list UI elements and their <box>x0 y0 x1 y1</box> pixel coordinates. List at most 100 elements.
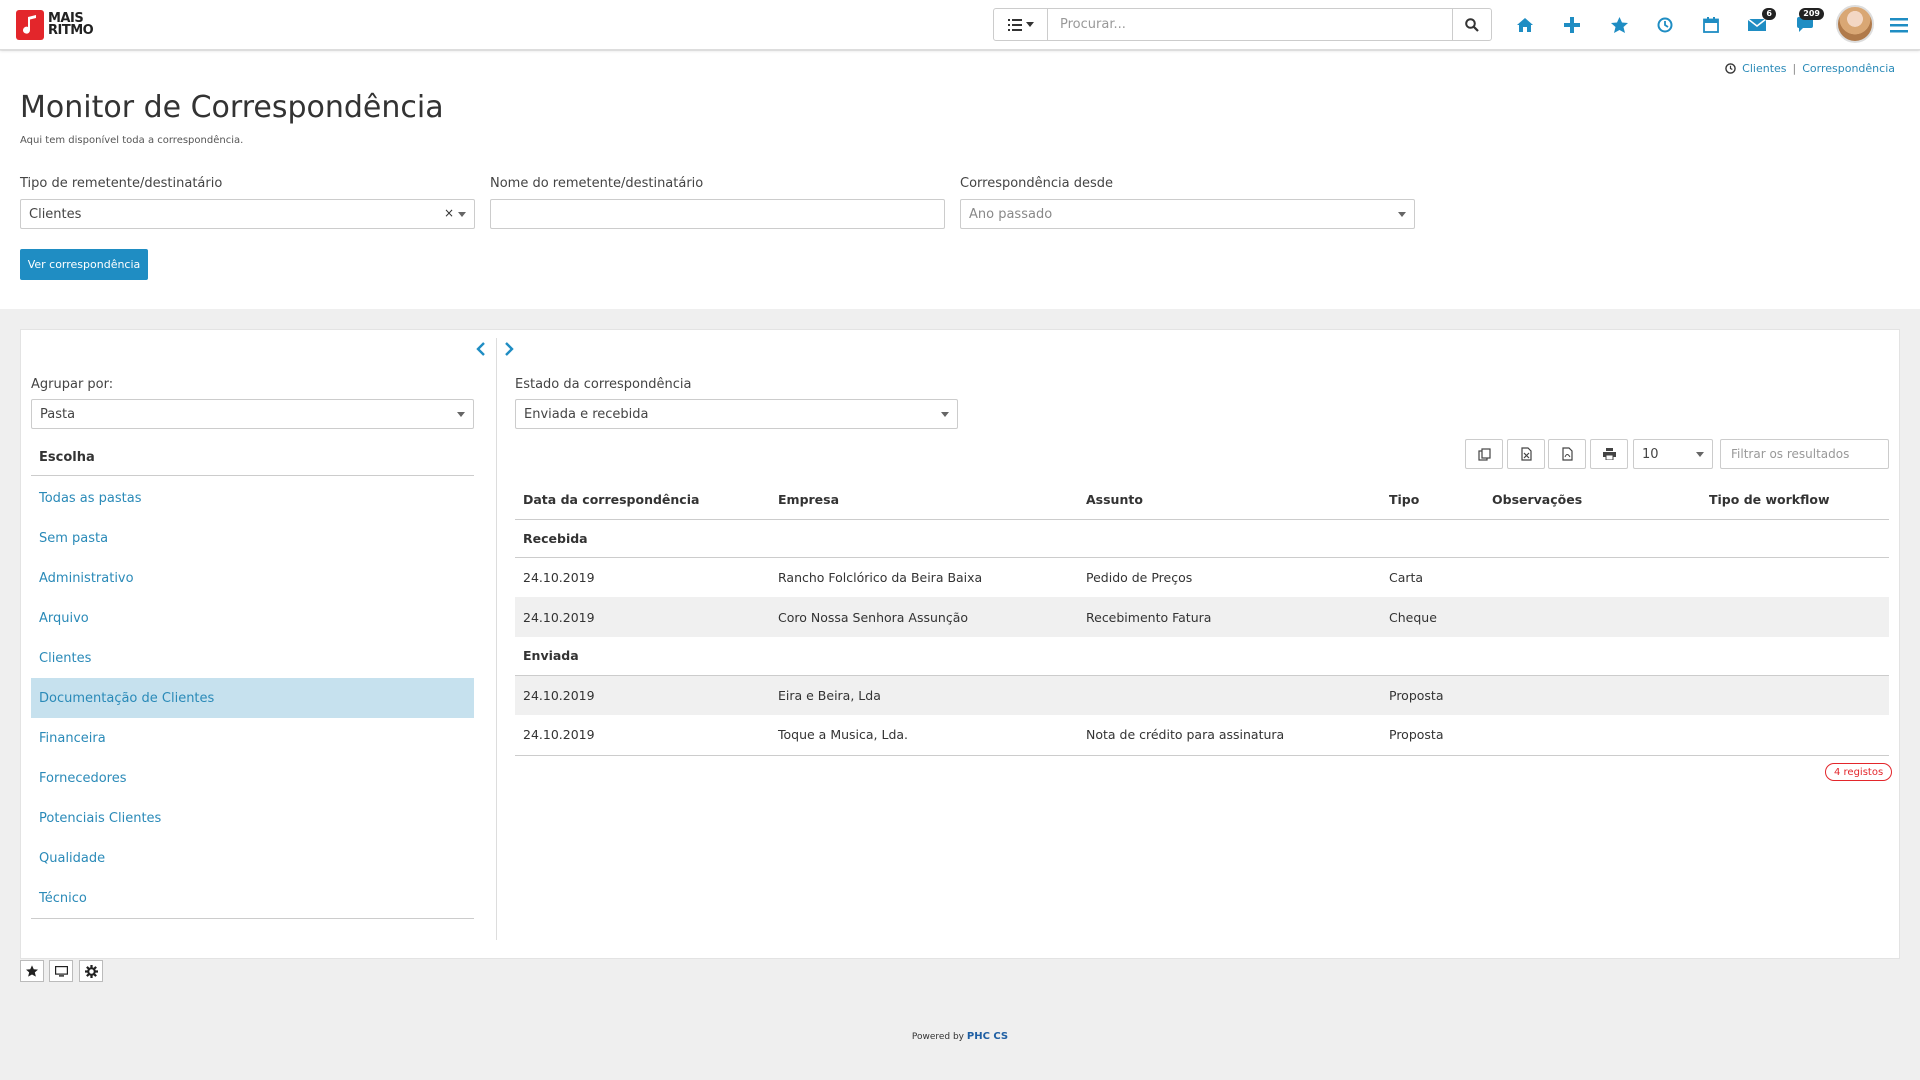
search-button[interactable] <box>1452 8 1492 41</box>
calendar-button[interactable] <box>1696 10 1726 40</box>
cell-type: Proposta <box>1381 675 1484 715</box>
since-placeholder: Ano passado <box>969 206 1053 222</box>
column-header-company[interactable]: Empresa <box>770 481 1078 520</box>
table-row[interactable]: 24.10.2019 Eira e Beira, Lda Proposta <box>515 675 1889 715</box>
page-title: Monitor de Correspondência <box>20 90 444 125</box>
global-search-input[interactable] <box>1047 8 1453 41</box>
expand-right-button[interactable] <box>499 339 519 359</box>
chevron-down-icon <box>1398 212 1406 217</box>
calendar-icon <box>1703 17 1719 33</box>
search-scope-dropdown[interactable] <box>993 8 1048 41</box>
brand-logo[interactable]: MAIS RITMO <box>16 8 94 42</box>
group-by-select[interactable]: Pasta <box>31 399 474 429</box>
table-row[interactable]: 24.10.2019 Coro Nossa Senhora Assunção Rec… <box>515 597 1889 637</box>
since-label: Correspondência desde <box>960 176 1114 191</box>
favorite-page-button[interactable] <box>20 960 44 982</box>
column-header-workflow[interactable]: Tipo de workflow <box>1701 481 1889 520</box>
cell-date: 24.10.2019 <box>515 675 770 715</box>
recent-button[interactable] <box>1650 10 1680 40</box>
export-excel-button[interactable] <box>1507 439 1545 469</box>
clear-selection-icon[interactable]: × <box>444 206 454 220</box>
cell-company: Coro Nossa Senhora Assunção <box>770 597 1078 637</box>
notifications-button[interactable]: 209 <box>1790 8 1824 40</box>
folder-item[interactable]: Administrativo <box>31 558 474 598</box>
music-note-icon <box>16 10 44 40</box>
correspondence-table: Data da correspondência Empresa Assunto … <box>515 481 1889 756</box>
column-header-subject[interactable]: Assunto <box>1078 481 1381 520</box>
cell-company: Eira e Beira, Lda <box>770 675 1078 715</box>
main-menu-button[interactable] <box>1884 10 1914 40</box>
filter-results-input[interactable] <box>1720 439 1889 469</box>
column-header-type[interactable]: Tipo <box>1381 481 1484 520</box>
collapse-left-button[interactable] <box>471 339 491 359</box>
sender-type-label: Tipo de remetente/destinatário <box>20 176 223 191</box>
home-icon <box>1517 18 1533 32</box>
cell-date: 24.10.2019 <box>515 715 770 756</box>
export-pdf-button[interactable] <box>1548 439 1586 469</box>
settings-button[interactable] <box>79 960 103 982</box>
breadcrumb: Clientes | Correspondência <box>1725 62 1895 75</box>
folder-item[interactable]: Sem pasta <box>31 518 474 558</box>
table-body: Recebida 24.10.2019 Rancho Folclórico da B… <box>515 519 1889 756</box>
footer: Powered by PHC CS <box>0 1031 1920 1042</box>
chevron-down-icon <box>1696 452 1704 457</box>
folder-item[interactable]: Qualidade <box>31 838 474 878</box>
cell-subject: Nota de crédito para assinatura <box>1078 715 1381 756</box>
folder-item[interactable]: Fornecedores <box>31 758 474 798</box>
cell-workflow <box>1701 557 1889 597</box>
folder-item[interactable]: Todas as pastas <box>31 478 474 518</box>
messages-count-badge: 6 <box>1762 8 1776 20</box>
monitor-icon <box>54 965 68 977</box>
display-mode-button[interactable] <box>49 960 73 982</box>
list-icon <box>1007 18 1022 31</box>
state-select[interactable]: Enviada e recebida <box>515 399 958 429</box>
group-label: Enviada <box>515 637 1889 676</box>
chevron-left-icon <box>476 342 485 356</box>
chevron-down-icon <box>458 212 466 217</box>
favorites-button[interactable] <box>1604 10 1634 40</box>
view-correspondence-button[interactable]: Ver correspondência <box>20 249 148 280</box>
chevron-down-icon <box>1025 21 1034 27</box>
cell-subject: Pedido de Preços <box>1086 569 1193 585</box>
breadcrumb-separator: | <box>1792 62 1797 75</box>
user-avatar[interactable] <box>1836 5 1874 43</box>
table-row[interactable]: 24.10.2019 Rancho Folclórico da Beira Bai… <box>515 557 1889 597</box>
star-icon <box>26 965 38 977</box>
copy-button[interactable] <box>1465 439 1503 469</box>
column-header-notes[interactable]: Observações <box>1484 481 1701 520</box>
home-button[interactable] <box>1510 10 1540 40</box>
hamburger-icon <box>1890 18 1908 33</box>
folder-item[interactable]: Arquivo <box>31 598 474 638</box>
table-row[interactable]: 24.10.2019 Toque a Musica, Lda. Nota de cr… <box>515 715 1889 756</box>
pane-divider[interactable] <box>496 338 497 940</box>
folder-item[interactable]: Documentação de Clientes <box>31 678 474 718</box>
group-row[interactable]: Enviada <box>515 637 1889 676</box>
copy-icon <box>1477 447 1491 461</box>
sender-name-input[interactable] <box>490 199 945 229</box>
cell-workflow <box>1701 675 1889 715</box>
sender-type-value: Clientes <box>29 206 82 222</box>
create-button[interactable] <box>1557 10 1587 40</box>
cell-subject: Recebimento Fatura <box>1078 597 1381 637</box>
since-select[interactable]: Ano passado <box>960 199 1415 229</box>
folder-item[interactable]: Técnico <box>31 878 474 918</box>
breadcrumb-clientes-link[interactable]: Clientes <box>1742 62 1786 75</box>
messages-button[interactable]: 6 <box>1742 8 1776 40</box>
cell-company: Toque a Musica, Lda. <box>770 715 1078 756</box>
breadcrumb-correspondencia-link[interactable]: Correspondência <box>1802 62 1895 75</box>
sender-type-select[interactable]: Clientes × <box>20 199 475 229</box>
group-row[interactable]: Recebida <box>515 519 1889 558</box>
folder-item[interactable]: Potenciais Clientes <box>31 798 474 838</box>
page-size-select[interactable]: 10 <box>1633 439 1713 469</box>
cell-date: 24.10.2019 <box>523 569 595 585</box>
gear-icon <box>84 964 98 978</box>
folder-item[interactable]: Clientes <box>31 638 474 678</box>
footer-brand-link[interactable]: PHC CS <box>967 1031 1008 1042</box>
folder-item[interactable]: Financeira <box>31 718 474 758</box>
chevron-down-icon <box>457 412 465 417</box>
mail-icon <box>1748 18 1766 31</box>
print-button[interactable] <box>1590 439 1628 469</box>
cell-workflow <box>1701 597 1889 637</box>
column-header-date[interactable]: Data da correspondência <box>515 481 770 520</box>
footer-prefix: Powered by <box>911 1032 965 1042</box>
